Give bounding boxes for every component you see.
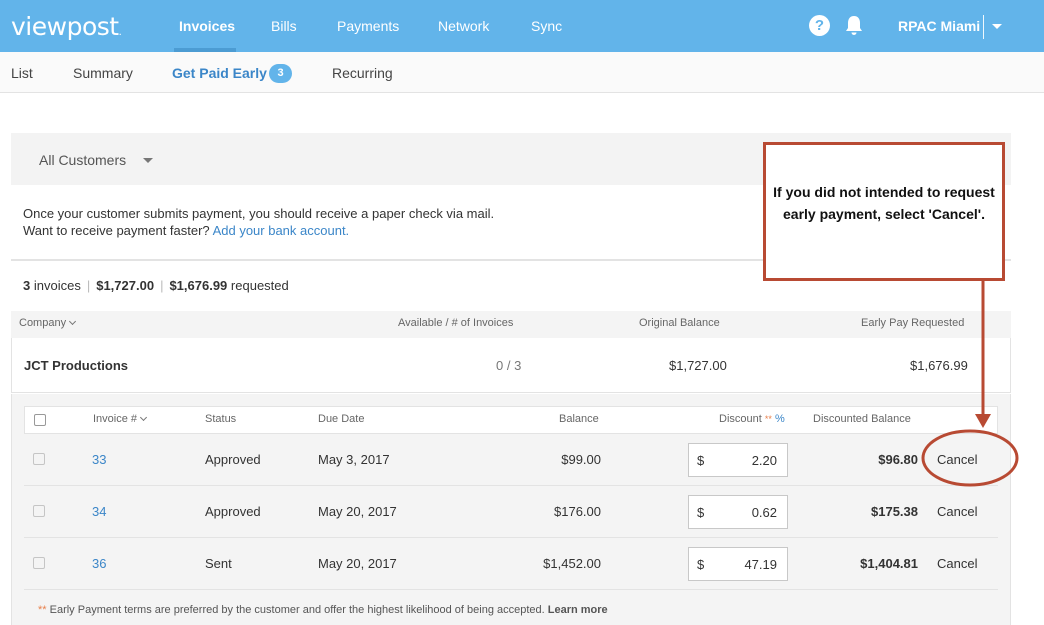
annotation-overlay xyxy=(921,281,1019,487)
annotation-arrow-head xyxy=(975,414,991,428)
annotation-highlight-ellipse xyxy=(921,429,1019,487)
